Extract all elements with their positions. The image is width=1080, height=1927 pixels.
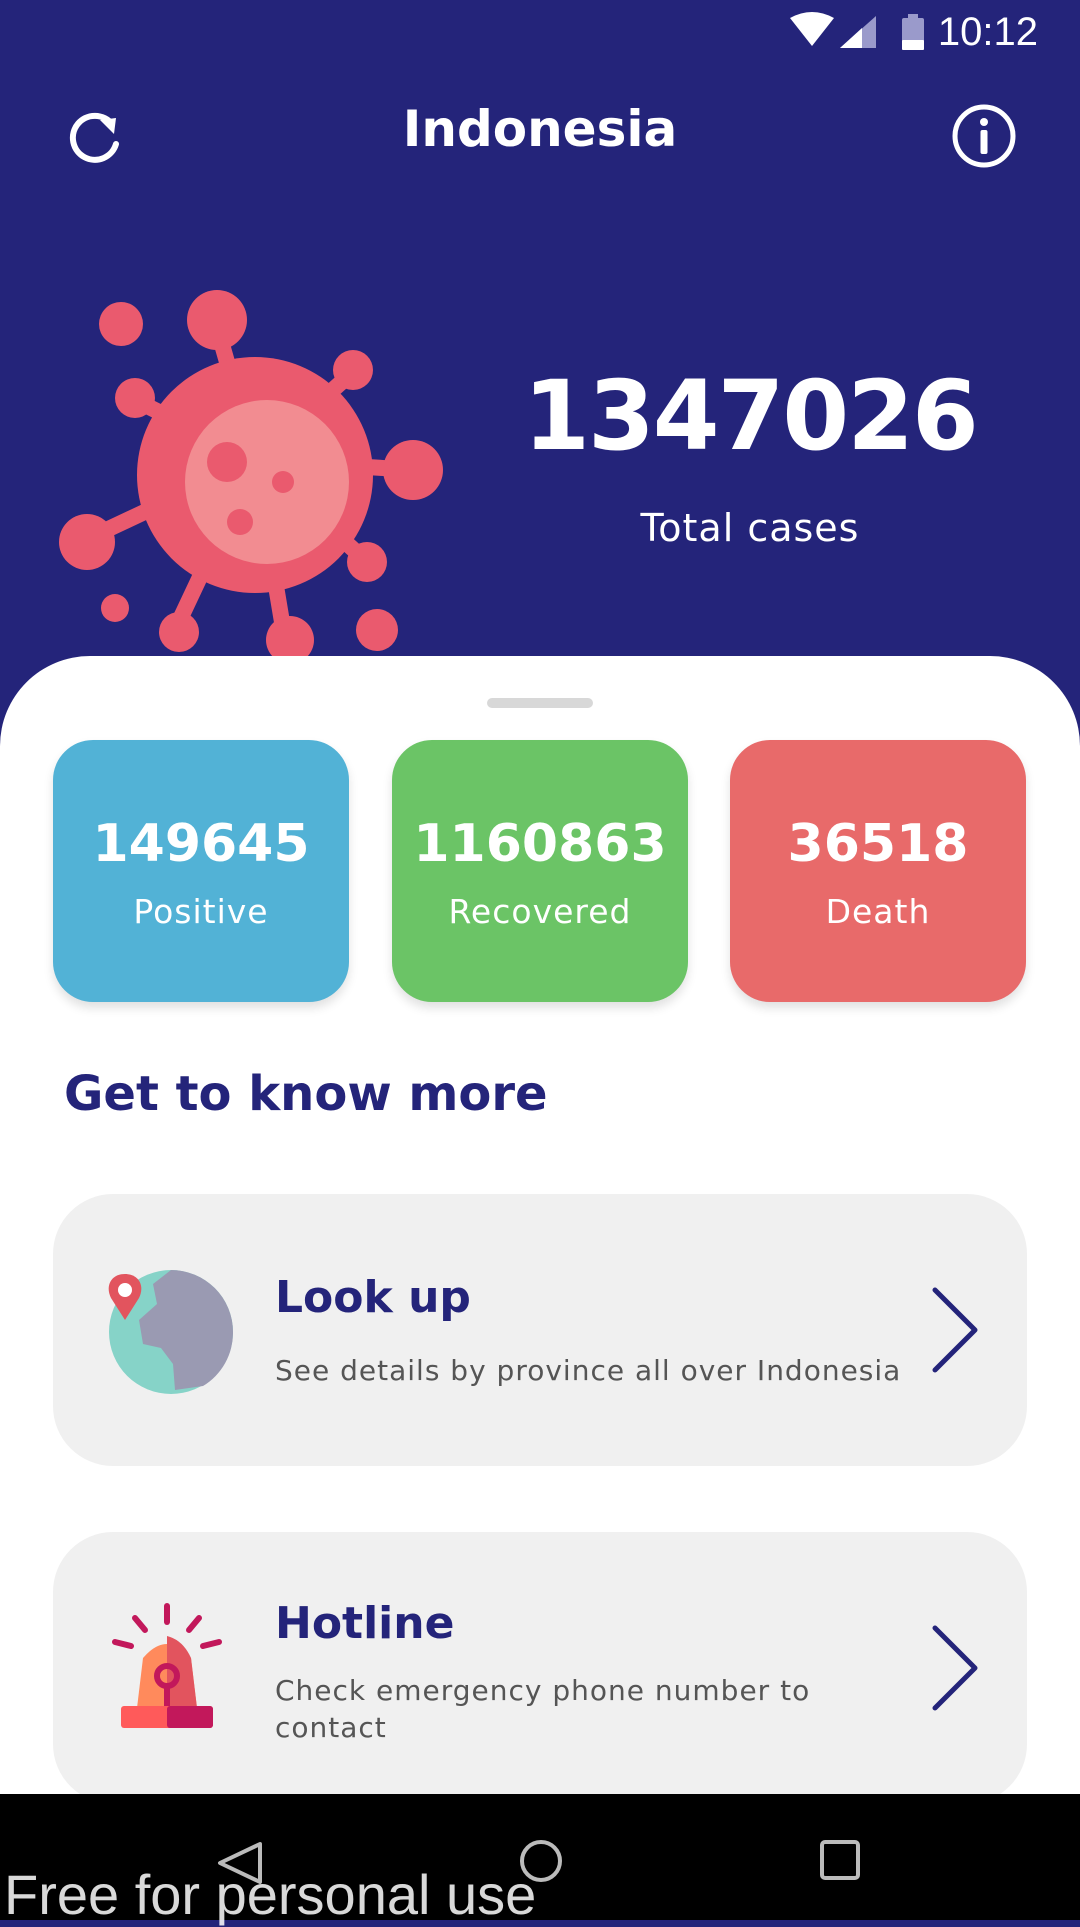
lookup-card[interactable]: Look up See details by province all over…: [53, 1194, 1027, 1466]
drag-handle[interactable]: [487, 698, 593, 708]
header-bar: Indonesia: [0, 64, 1080, 200]
status-bar: 10:12: [0, 0, 1080, 64]
watermark-text: Free for personal use: [4, 1863, 537, 1926]
siren-icon: [112, 1603, 222, 1728]
chevron-right-icon[interactable]: [923, 1622, 983, 1714]
info-icon[interactable]: [950, 102, 1018, 170]
chevron-right-icon[interactable]: [923, 1284, 983, 1376]
globe-pin-icon: [108, 1270, 233, 1394]
signal-icon: [840, 16, 876, 48]
total-cases-label: Total cases: [640, 506, 860, 550]
positive-value: 149645: [92, 814, 310, 874]
hero-summary: 1347026 Total cases: [0, 230, 1080, 660]
hotline-card[interactable]: Hotline Check emergency phone number to …: [53, 1532, 1027, 1804]
death-label: Death: [825, 892, 931, 931]
recents-icon[interactable]: [818, 1838, 862, 1882]
hotline-title: Hotline: [275, 1598, 455, 1649]
section-title: Get to know more: [64, 1066, 548, 1122]
total-cases-value: 1347026: [523, 360, 979, 472]
page-title: Indonesia: [402, 100, 678, 158]
content-sheet: 149645 Positive 1160863 Recovered 36518 …: [0, 656, 1080, 1804]
virus-icon: [59, 290, 443, 660]
status-icons: [790, 12, 924, 50]
hotline-description: Check emergency phone number to contact: [275, 1674, 811, 1744]
status-time: 10:12: [937, 10, 1038, 54]
positive-card[interactable]: 149645 Positive: [53, 740, 349, 1002]
lookup-title: Look up: [275, 1272, 471, 1323]
recovered-card[interactable]: 1160863 Recovered: [392, 740, 688, 1002]
recovered-value: 1160863: [413, 814, 667, 874]
lookup-description: See details by province all over Indones…: [275, 1354, 902, 1387]
recovered-label: Recovered: [448, 892, 632, 931]
death-value: 36518: [787, 814, 969, 874]
death-card[interactable]: 36518 Death: [730, 740, 1026, 1002]
wifi-icon: [790, 12, 834, 46]
positive-label: Positive: [133, 892, 269, 931]
battery-icon: [902, 14, 924, 50]
